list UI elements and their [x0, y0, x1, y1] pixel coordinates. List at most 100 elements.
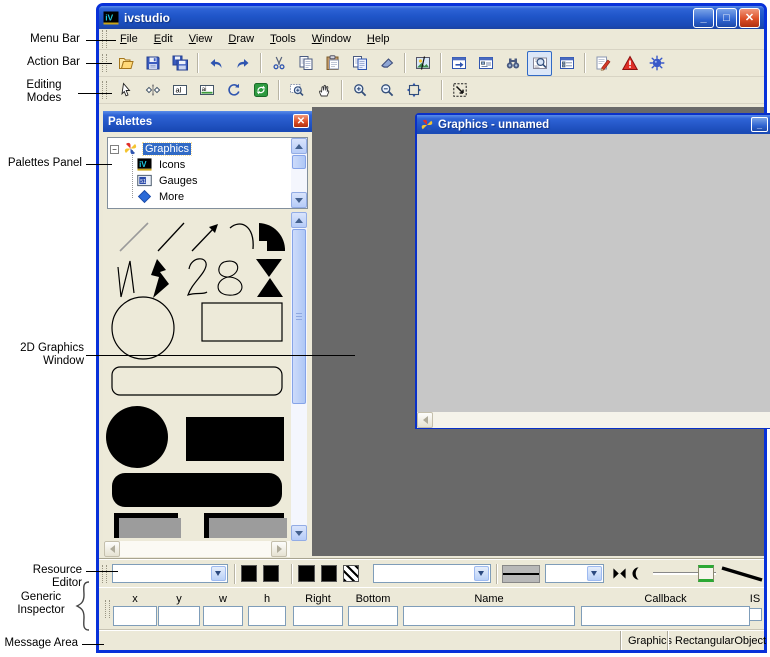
zoom-out-button[interactable]	[374, 78, 399, 103]
text-label-button[interactable]: al	[167, 78, 192, 103]
shapes-scroll-right-icon[interactable]	[271, 541, 287, 557]
menu-window[interactable]: Window	[304, 31, 359, 48]
copy-button[interactable]	[293, 51, 318, 76]
paste-button[interactable]	[320, 51, 345, 76]
image-button[interactable]	[410, 51, 435, 76]
palette-shape-gray-panel-raised-wide[interactable]	[204, 513, 287, 538]
fill-swatch-black[interactable]	[241, 565, 257, 582]
zoom-region-button[interactable]	[284, 78, 309, 103]
toolbar-grip[interactable]	[102, 30, 107, 48]
paste-special-button[interactable]	[347, 51, 372, 76]
chevron-down-icon[interactable]	[587, 566, 602, 581]
shapes-scroll-left-icon[interactable]	[104, 541, 120, 557]
tree-scroll-up-icon[interactable]	[291, 138, 307, 154]
inspector-field-y[interactable]	[158, 606, 200, 626]
palette-shape-filled-quarter-pie[interactable]	[259, 223, 285, 251]
undo-button[interactable]	[203, 51, 228, 76]
zoom-in-button[interactable]	[347, 78, 372, 103]
moon-button[interactable]	[629, 563, 649, 584]
palette-shape-diagonal-line[interactable]	[158, 223, 184, 251]
palette-shape-arrow-line[interactable]	[192, 224, 218, 251]
select-cursor-button[interactable]	[113, 78, 138, 103]
transform-button[interactable]	[447, 78, 472, 103]
shapes-scroll-up-icon[interactable]	[291, 212, 307, 228]
error-button[interactable]	[617, 51, 642, 76]
pattern-swatch-hatch[interactable]	[343, 565, 359, 582]
inspector-field-w[interactable]	[203, 606, 243, 626]
arc-slider[interactable]	[653, 564, 716, 583]
eraser-button[interactable]	[374, 51, 399, 76]
toolbar-grip[interactable]	[102, 565, 107, 583]
toolbar-grip[interactable]	[105, 600, 110, 618]
cut-button[interactable]	[266, 51, 291, 76]
tree-item-gauges[interactable]: 51Gauges	[110, 173, 289, 189]
palette-shape-circle-outline[interactable]	[112, 297, 174, 359]
app-titlebar[interactable]: iV ivstudio _ □ ✕	[99, 6, 764, 29]
shapes-scroll-down-icon[interactable]	[291, 525, 307, 541]
redo-button[interactable]	[230, 51, 255, 76]
minimize-button[interactable]: _	[693, 8, 714, 28]
tree-item-icons[interactable]: iVIcons	[110, 157, 289, 173]
details-view-button[interactable]	[554, 51, 579, 76]
font-resource-combo[interactable]	[373, 564, 491, 583]
toolbar-grip[interactable]	[102, 81, 107, 99]
binoculars-button[interactable]	[500, 51, 525, 76]
inspector-field-x[interactable]	[113, 606, 157, 626]
color-resource-combo[interactable]	[112, 564, 228, 583]
pattern-swatch-black[interactable]	[321, 565, 337, 582]
props-window-button[interactable]	[473, 51, 498, 76]
tree-expander-minus[interactable]: −	[110, 145, 119, 154]
inspector-is-checkbox[interactable]	[749, 608, 762, 621]
menu-file[interactable]: File	[112, 31, 146, 48]
inspector-field-name[interactable]	[403, 606, 575, 626]
palette-shape-rounded-rectangle-outline[interactable]	[112, 367, 282, 395]
zoom-fit-button[interactable]	[401, 78, 426, 103]
palette-shape-filled-circle[interactable]	[106, 406, 168, 468]
pattern-swatch-black[interactable]	[298, 565, 314, 582]
graphics-hscrollbar[interactable]	[417, 412, 770, 428]
zoom-panel-button[interactable]	[527, 51, 552, 76]
close-button[interactable]: ✕	[739, 8, 760, 28]
shapes-scroll-thumb[interactable]	[292, 229, 306, 404]
bowtie-button[interactable]	[609, 563, 629, 584]
palette-shape-filled-rectangle[interactable]	[186, 417, 284, 461]
inspector-field-callback[interactable]	[581, 606, 750, 626]
save-button[interactable]	[140, 51, 165, 76]
folder-open-button[interactable]	[113, 51, 138, 76]
menu-help[interactable]: Help	[359, 31, 398, 48]
palette-shape-open-spline[interactable]	[188, 259, 207, 295]
graphics-scroll-left-icon[interactable]	[417, 412, 433, 428]
shapes-hscrollbar[interactable]	[104, 541, 290, 557]
inspector-field-right[interactable]	[293, 606, 343, 626]
line-width-combo[interactable]	[545, 564, 604, 583]
tree-scroll-down-icon[interactable]	[291, 192, 307, 208]
palette-shape-rectangle-outline[interactable]	[202, 303, 282, 341]
inspector-field-bottom[interactable]	[348, 606, 398, 626]
palette-shape-gray-panel-raised[interactable]	[114, 513, 181, 538]
edit-source-button[interactable]	[590, 51, 615, 76]
frame-arrow-button[interactable]	[446, 51, 471, 76]
tree-item-graphics[interactable]: −Graphics	[110, 141, 289, 157]
chevron-down-icon[interactable]	[211, 566, 226, 581]
maximize-button[interactable]: □	[716, 8, 737, 28]
tree-scroll-thumb[interactable]	[292, 155, 306, 169]
node-edit-button[interactable]	[140, 78, 165, 103]
menu-view[interactable]: View	[181, 31, 221, 48]
pan-hand-button[interactable]	[311, 78, 336, 103]
lcd-label-button[interactable]: ai	[194, 78, 219, 103]
inspector-field-h[interactable]	[248, 606, 286, 626]
palettes-close-icon[interactable]: ✕	[293, 114, 309, 128]
chevron-down-icon[interactable]	[474, 566, 489, 581]
menu-edit[interactable]: Edit	[146, 31, 181, 48]
palette-shape-filled-bowtie[interactable]	[256, 259, 283, 297]
slider-handle[interactable]	[698, 565, 714, 582]
palette-shape-diagonal-line-gray[interactable]	[120, 223, 148, 251]
palette-shape-zigzag-polyline[interactable]	[118, 261, 134, 297]
fill-swatch-black[interactable]	[263, 565, 279, 582]
save-all-button[interactable]	[167, 51, 192, 76]
debug-button[interactable]	[644, 51, 669, 76]
rotate-button[interactable]	[221, 78, 246, 103]
tree-item-more[interactable]: More	[110, 189, 289, 205]
palettes-titlebar[interactable]: Palettes	[103, 111, 312, 132]
graphics-window-titlebar[interactable]: Graphics - unnamed _ □ ✕	[417, 115, 770, 134]
